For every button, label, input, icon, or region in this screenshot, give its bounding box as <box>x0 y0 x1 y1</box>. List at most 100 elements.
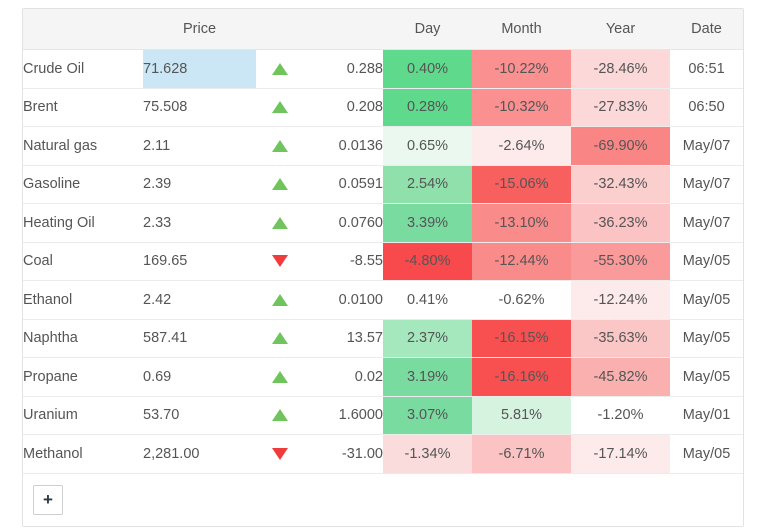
cell-instrument-name[interactable]: Natural gas <box>23 126 143 166</box>
cell-day-change: 0.40% <box>383 49 472 89</box>
table-row[interactable]: Ethanol 2.42 0.0100 0.41% -0.62% -12.24% May/0… <box>23 280 743 320</box>
cell-year-change: -35.63% <box>571 319 670 358</box>
cell-day-change: 3.39% <box>383 203 472 243</box>
cell-price[interactable]: 53.70 <box>143 396 256 435</box>
cell-price[interactable]: 71.628 <box>143 49 256 89</box>
cell-year-change: -45.82% <box>571 357 670 397</box>
triangle-up-icon <box>271 293 288 306</box>
cell-instrument-name[interactable]: Coal <box>23 242 143 281</box>
triangle-up-icon <box>271 409 288 422</box>
table-row[interactable]: Crude Oil 71.628 0.288 0.40% -10.22% -28.46% 0… <box>23 49 743 89</box>
cell-direction <box>256 203 303 243</box>
cell-date: May/07 <box>670 126 743 166</box>
table-row[interactable]: Coal 169.65 -8.55 -4.80% -12.44% -55.30% May/0… <box>23 242 743 281</box>
cell-direction <box>256 319 303 358</box>
cell-year-change: -28.46% <box>571 49 670 89</box>
cell-price[interactable]: 75.508 <box>143 88 256 127</box>
cell-change: -31.00 <box>303 434 383 474</box>
cell-date: May/07 <box>670 203 743 243</box>
cell-change: 0.02 <box>303 357 383 397</box>
triangle-up-icon <box>271 332 288 345</box>
cell-day-change: 0.28% <box>383 88 472 127</box>
cell-date: 06:51 <box>670 49 743 89</box>
cell-price[interactable]: 2.11 <box>143 126 256 166</box>
cell-direction <box>256 126 303 166</box>
column-header-change[interactable] <box>303 9 383 50</box>
header-row: Price Day Month Year Date <box>23 9 743 50</box>
cell-price[interactable]: 587.41 <box>143 319 256 358</box>
column-header-price[interactable]: Price <box>143 9 256 50</box>
cell-date: May/01 <box>670 396 743 435</box>
cell-date: May/07 <box>670 165 743 204</box>
cell-date: May/05 <box>670 242 743 281</box>
table-row[interactable]: Methanol 2,281.00 -31.00 -1.34% -6.71% -17.14… <box>23 434 743 474</box>
cell-month-change: -10.22% <box>472 49 571 89</box>
cell-direction <box>256 88 303 127</box>
table-row[interactable]: Uranium 53.70 1.6000 3.07% 5.81% -1.20% May/01 <box>23 396 743 435</box>
table-row[interactable]: Naphtha 587.41 13.57 2.37% -16.15% -35.63% May… <box>23 319 743 358</box>
cell-change: 0.0136 <box>303 126 383 166</box>
cell-year-change: -32.43% <box>571 165 670 204</box>
cell-instrument-name[interactable]: Naphtha <box>23 319 143 358</box>
cell-price[interactable]: 2.33 <box>143 203 256 243</box>
cell-price[interactable]: 169.65 <box>143 242 256 281</box>
column-header-arrow[interactable] <box>256 9 303 50</box>
cell-change: 0.0760 <box>303 203 383 243</box>
cell-price[interactable]: 2,281.00 <box>143 434 256 474</box>
column-header-day[interactable]: Day <box>383 9 472 50</box>
cell-instrument-name[interactable]: Methanol <box>23 434 143 474</box>
cell-direction <box>256 396 303 435</box>
cell-date: May/05 <box>670 434 743 474</box>
cell-price[interactable]: 0.69 <box>143 357 256 397</box>
table-row[interactable]: Gasoline 2.39 0.0591 2.54% -15.06% -32.43% May… <box>23 165 743 204</box>
triangle-up-icon <box>271 216 288 229</box>
triangle-up-icon <box>271 178 288 191</box>
table-footer: + <box>23 473 743 526</box>
cell-direction <box>256 434 303 474</box>
cell-day-change: -4.80% <box>383 242 472 281</box>
cell-instrument-name[interactable]: Ethanol <box>23 280 143 320</box>
cell-change: 1.6000 <box>303 396 383 435</box>
cell-day-change: 3.07% <box>383 396 472 435</box>
cell-date: 06:50 <box>670 88 743 127</box>
column-header-date[interactable]: Date <box>670 9 743 50</box>
cell-date: May/05 <box>670 319 743 358</box>
cell-year-change: -69.90% <box>571 126 670 166</box>
cell-instrument-name[interactable]: Crude Oil <box>23 49 143 89</box>
triangle-up-icon <box>271 139 288 152</box>
cell-change: 0.0100 <box>303 280 383 320</box>
cell-change: 0.0591 <box>303 165 383 204</box>
cell-change: 13.57 <box>303 319 383 358</box>
cell-date: May/05 <box>670 357 743 397</box>
cell-month-change: -13.10% <box>472 203 571 243</box>
cell-direction <box>256 165 303 204</box>
cell-month-change: -15.06% <box>472 165 571 204</box>
cell-month-change: 5.81% <box>472 396 571 435</box>
table-row[interactable]: Propane 0.69 0.02 3.19% -16.16% -45.82% May/05 <box>23 357 743 397</box>
cell-instrument-name[interactable]: Heating Oil <box>23 203 143 243</box>
table-row[interactable]: Natural gas 2.11 0.0136 0.65% -2.64% -69.90% M… <box>23 126 743 166</box>
table-header: Price Day Month Year Date <box>23 9 743 50</box>
cell-year-change: -55.30% <box>571 242 670 281</box>
column-header-name[interactable] <box>23 9 143 50</box>
cell-instrument-name[interactable]: Uranium <box>23 396 143 435</box>
cell-price[interactable]: 2.42 <box>143 280 256 320</box>
table-row[interactable]: Heating Oil 2.33 0.0760 3.39% -13.10% -36.23%… <box>23 203 743 243</box>
cell-day-change: 3.19% <box>383 357 472 397</box>
column-header-month[interactable]: Month <box>472 9 571 50</box>
cell-change: 0.208 <box>303 88 383 127</box>
cell-month-change: -16.16% <box>472 357 571 397</box>
table-row[interactable]: Brent 75.508 0.208 0.28% -10.32% -27.83% 06:50 <box>23 88 743 127</box>
cell-direction <box>256 357 303 397</box>
cell-instrument-name[interactable]: Brent <box>23 88 143 127</box>
add-row-button[interactable]: + <box>33 484 63 515</box>
cell-instrument-name[interactable]: Propane <box>23 357 143 397</box>
cell-price[interactable]: 2.39 <box>143 165 256 204</box>
cell-year-change: -1.20% <box>571 396 670 435</box>
column-header-year[interactable]: Year <box>571 9 670 50</box>
cell-instrument-name[interactable]: Gasoline <box>23 165 143 204</box>
triangle-up-icon <box>271 62 288 75</box>
cell-month-change: -6.71% <box>472 434 571 474</box>
cell-change: 0.288 <box>303 49 383 89</box>
cell-year-change: -27.83% <box>571 88 670 127</box>
